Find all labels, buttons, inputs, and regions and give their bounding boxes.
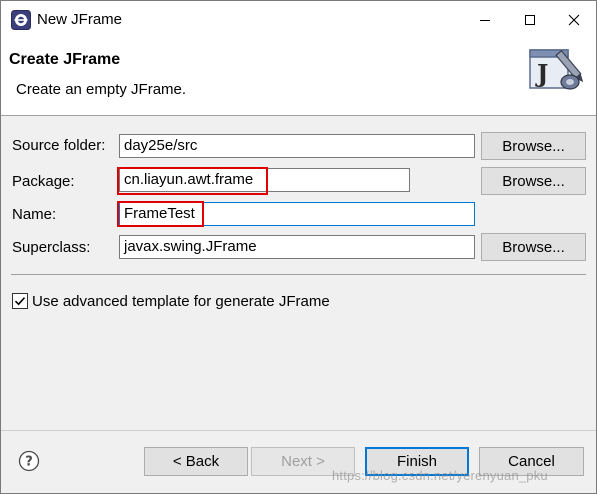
dialog-window: New JFrame Create JFrame Create an empty… — [0, 0, 597, 494]
wizard-title: Create JFrame — [9, 51, 121, 68]
advanced-template-label[interactable]: Use advanced template for generate JFram… — [32, 292, 330, 312]
source-folder-input[interactable]: day25e/src — [119, 134, 475, 158]
footer-separator — [1, 430, 596, 431]
superclass-input[interactable]: javax.swing.JFrame — [119, 235, 475, 259]
maximize-button[interactable] — [507, 1, 552, 38]
form-separator — [11, 274, 586, 275]
svg-text:?: ? — [25, 455, 33, 470]
name-input[interactable]: FrameTest — [119, 202, 475, 226]
source-folder-label: Source folder: — [12, 137, 106, 154]
close-button[interactable] — [551, 1, 596, 38]
advanced-template-checkbox[interactable] — [12, 293, 28, 309]
back-button[interactable]: < Back — [144, 447, 248, 476]
package-label: Package: — [12, 173, 75, 190]
maximize-icon — [524, 14, 535, 25]
watermark-text: https://blog.csdn.net/yerenyuan_pku — [332, 468, 548, 483]
title-bar: New JFrame — [1, 1, 596, 38]
jframe-wizard-icon: J — [529, 49, 584, 90]
minimize-icon — [479, 19, 490, 21]
package-input[interactable]: cn.liayun.awt.frame — [119, 168, 410, 192]
minimize-button[interactable] — [462, 1, 507, 38]
checkmark-icon — [14, 297, 26, 306]
wizard-description: Create an empty JFrame. — [16, 81, 187, 98]
superclass-label: Superclass: — [12, 239, 91, 256]
package-browse-button[interactable]: Browse... — [481, 167, 586, 195]
wizard-header: Create JFrame Create an empty JFrame. J — [1, 38, 596, 115]
jframe-wizard-letter: J — [535, 59, 548, 88]
close-icon — [568, 14, 579, 25]
window-title: New JFrame — [37, 11, 123, 28]
source-folder-browse-button[interactable]: Browse... — [481, 132, 586, 160]
help-icon[interactable]: ? — [18, 450, 40, 472]
name-label: Name: — [12, 206, 57, 223]
superclass-browse-button[interactable]: Browse... — [481, 233, 586, 261]
header-separator — [1, 115, 596, 116]
eclipse-app-icon — [11, 10, 31, 30]
